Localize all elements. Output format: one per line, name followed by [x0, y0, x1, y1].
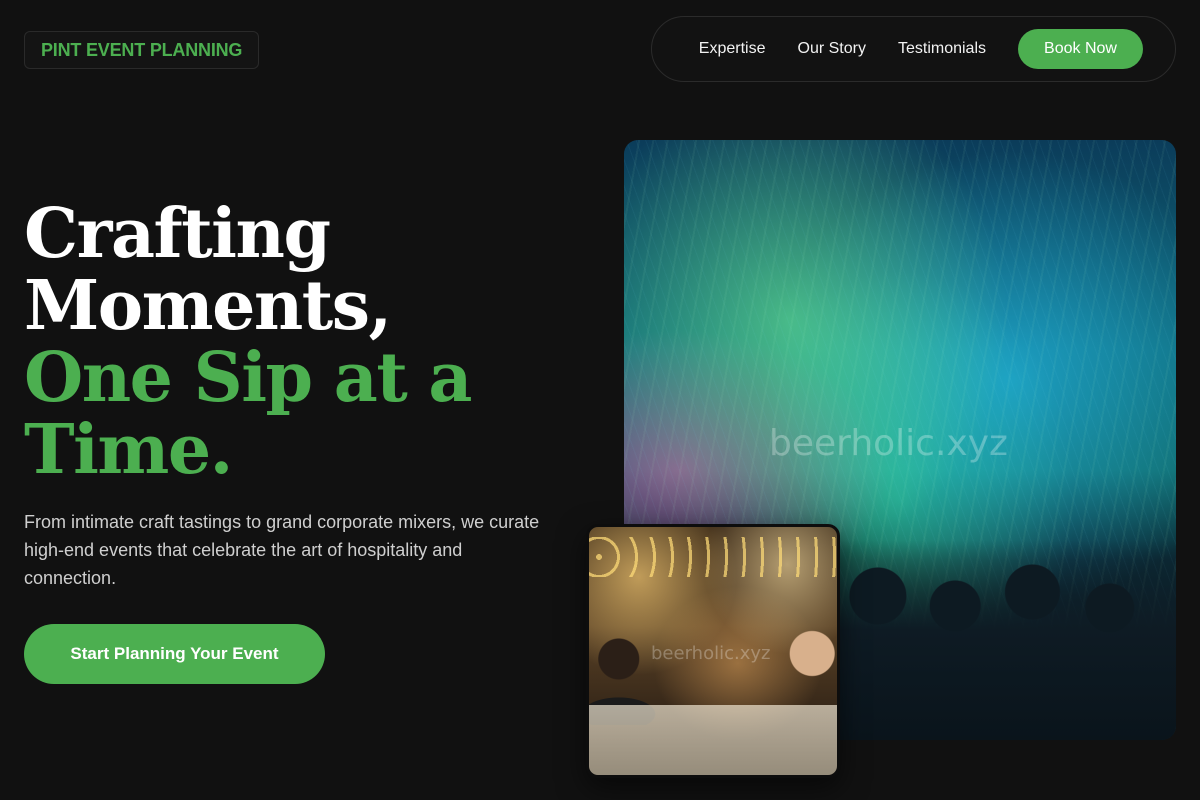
start-planning-button[interactable]: Start Planning Your Event — [24, 624, 325, 684]
hero-title-line-4: Time. — [24, 410, 233, 490]
book-now-button[interactable]: Book Now — [1018, 29, 1143, 69]
banquet-table — [589, 705, 837, 775]
banquet-toast-image: beerholic.xyz — [586, 524, 840, 778]
nav-link-testimonials[interactable]: Testimonials — [898, 40, 986, 58]
main-image-watermark: beerholic.xyz — [769, 423, 1008, 464]
brand-name: PINT EVENT PLANNING — [41, 39, 243, 60]
nav-link-expertise[interactable]: Expertise — [699, 40, 766, 58]
brand-logo[interactable]: PINT EVENT PLANNING — [24, 31, 260, 69]
string-lights — [589, 537, 837, 577]
hero-title-line-2: Moments, — [24, 266, 392, 346]
hero-title-line-3: One Sip at a — [24, 338, 472, 418]
landing-page: PINT EVENT PLANNING Expertise Our Story … — [0, 0, 1200, 800]
hero-description: From intimate craft tastings to grand co… — [24, 512, 540, 588]
nav-link-our-story[interactable]: Our Story — [798, 40, 866, 58]
top-nav: Expertise Our Story Testimonials Book No… — [651, 16, 1176, 82]
small-image-watermark: beerholic.xyz — [651, 643, 771, 664]
hero-title: Crafting Moments, One Sip at a Time. — [24, 194, 472, 490]
hero-title-line-1: Crafting — [24, 194, 331, 274]
